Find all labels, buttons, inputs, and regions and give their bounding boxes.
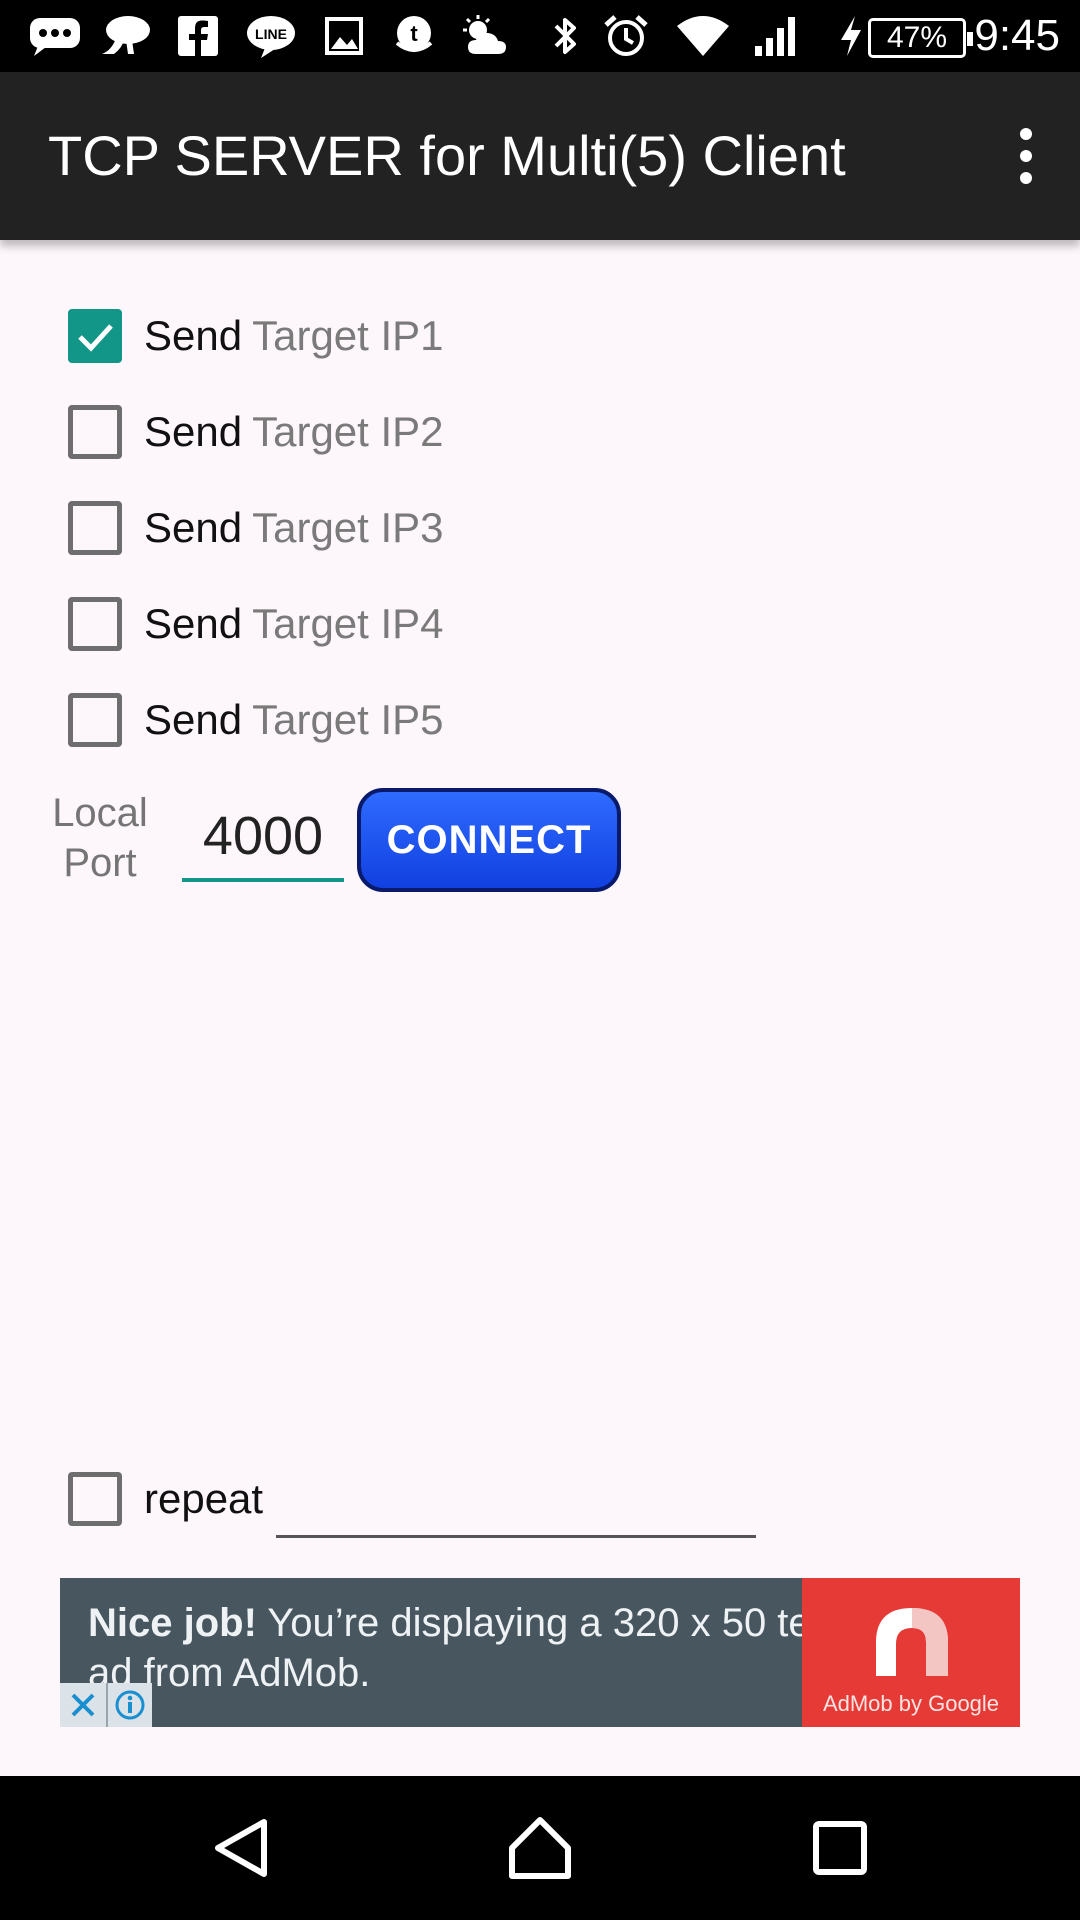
svg-text:LINE: LINE bbox=[255, 26, 287, 42]
target-ip2-checkbox[interactable] bbox=[68, 405, 122, 459]
repeat-input[interactable] bbox=[276, 1488, 756, 1538]
ad-text: Nice job! You’re displaying a 320 x 50 t… bbox=[88, 1598, 848, 1698]
alarm-icon bbox=[602, 14, 650, 58]
target-ip1-checkbox[interactable] bbox=[68, 309, 122, 363]
status-time: 9:45 bbox=[974, 11, 1060, 60]
charging-icon bbox=[836, 14, 866, 58]
gallery-icon bbox=[322, 14, 366, 58]
ad-controls bbox=[60, 1683, 152, 1727]
target-ip3-checkbox[interactable] bbox=[68, 501, 122, 555]
battery-indicator: 47% bbox=[868, 18, 973, 58]
target-ip-hint: Target IP4 bbox=[252, 600, 444, 647]
bluetooth-icon bbox=[548, 14, 584, 58]
more-vertical-icon[interactable] bbox=[992, 116, 1060, 196]
app-title: TCP SERVER for Multi(5) Client bbox=[48, 124, 846, 187]
status-bar: LINE t 47% 9:45 bbox=[0, 0, 1080, 72]
target-row-3[interactable]: Send Target IP3 bbox=[68, 498, 444, 558]
local-port-label-line1: Local bbox=[52, 791, 148, 835]
target-ip-hint: Target IP5 bbox=[252, 696, 444, 743]
target-row-5[interactable]: Send Target IP5 bbox=[68, 690, 444, 750]
target-send-label: Send bbox=[144, 312, 243, 359]
target-ip-hint: Target IP1 bbox=[252, 312, 444, 359]
ad-headline: Nice job! bbox=[88, 1601, 257, 1645]
target-row-2[interactable]: Send Target IP2 bbox=[68, 402, 444, 462]
target-send-label: Send bbox=[144, 408, 243, 455]
target-ip-hint: Target IP2 bbox=[252, 408, 444, 455]
target-ip4-checkbox[interactable] bbox=[68, 597, 122, 651]
checkmark-icon bbox=[78, 324, 113, 352]
signal-icon bbox=[752, 14, 802, 58]
weather-icon bbox=[460, 14, 514, 58]
navigation-bar bbox=[0, 1776, 1080, 1920]
back-icon[interactable] bbox=[202, 1808, 282, 1888]
target-send-label: Send bbox=[144, 696, 243, 743]
mushroom-app-icon bbox=[98, 14, 152, 58]
ad-banner[interactable]: Nice job! You’re displaying a 320 x 50 t… bbox=[60, 1578, 1020, 1727]
svg-text:t: t bbox=[410, 21, 418, 46]
app-bar: TCP SERVER for Multi(5) Client bbox=[0, 72, 1080, 240]
admob-brand-text: AdMob by Google bbox=[822, 1691, 1000, 1716]
ad-close-icon[interactable] bbox=[60, 1683, 106, 1727]
tumblr-icon: t bbox=[390, 14, 438, 58]
facebook-icon bbox=[176, 14, 220, 58]
local-port-label-line2: Port bbox=[63, 841, 137, 885]
target-row-4[interactable]: Send Target IP4 bbox=[68, 594, 444, 654]
local-port-label: Local Port bbox=[40, 788, 160, 888]
recents-icon[interactable] bbox=[800, 1808, 880, 1888]
home-icon[interactable] bbox=[500, 1808, 580, 1888]
target-ip-hint: Target IP3 bbox=[252, 504, 444, 551]
target-ip5-checkbox[interactable] bbox=[68, 693, 122, 747]
repeat-row[interactable]: repeat bbox=[68, 1469, 263, 1529]
repeat-label: repeat bbox=[144, 1475, 264, 1522]
admob-logo-icon bbox=[876, 1608, 948, 1676]
target-send-label: Send bbox=[144, 504, 243, 551]
ad-info-icon[interactable] bbox=[106, 1683, 152, 1727]
wifi-icon bbox=[676, 14, 730, 58]
messages-icon bbox=[28, 14, 82, 58]
local-port-input[interactable] bbox=[182, 800, 344, 882]
connect-button[interactable]: CONNECT bbox=[357, 788, 621, 892]
target-send-label: Send bbox=[144, 600, 243, 647]
line-icon: LINE bbox=[244, 14, 298, 58]
repeat-checkbox[interactable] bbox=[68, 1472, 122, 1526]
admob-logo-panel: AdMob by Google bbox=[802, 1578, 1020, 1727]
target-row-1[interactable]: Send Target IP1 bbox=[68, 306, 444, 366]
